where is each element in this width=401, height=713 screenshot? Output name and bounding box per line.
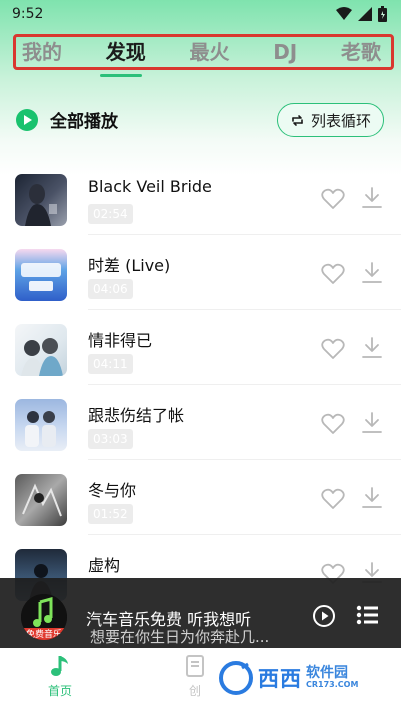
tab-hottest[interactable]: 最火 xyxy=(189,42,229,62)
category-tabs: 我的 发现 最火 DJ 老歌 xyxy=(13,34,394,70)
cover-badge: 免费音乐 xyxy=(26,628,62,640)
song-row[interactable]: 时差 (Live) 04:06 xyxy=(0,235,401,310)
song-title: 情非得已 xyxy=(88,331,153,350)
song-title: 时差 (Live) xyxy=(88,256,171,275)
nav-label-home: 首页 xyxy=(48,684,73,698)
song-row[interactable]: Black Veil Bride 02:54 xyxy=(0,160,401,235)
song-title: 虚构 xyxy=(88,556,121,575)
tab-dj[interactable]: DJ xyxy=(273,42,297,62)
heart-icon[interactable] xyxy=(321,338,345,360)
now-playing-cover: 免费音乐 xyxy=(21,594,67,640)
heart-icon[interactable] xyxy=(321,188,345,210)
playlist-icon[interactable] xyxy=(356,604,378,626)
tab-discover[interactable]: 发现 xyxy=(106,42,146,62)
album-cover xyxy=(15,249,67,301)
signal-icon xyxy=(358,7,372,21)
play-icon[interactable] xyxy=(312,604,336,628)
song-duration: 04:06 xyxy=(88,279,133,299)
heart-icon[interactable] xyxy=(321,263,345,285)
watermark-sub: 软件园 xyxy=(306,664,348,681)
nav-label-create: 创 xyxy=(188,684,201,698)
tab-mine[interactable]: 我的 xyxy=(22,42,62,62)
status-time: 9:52 xyxy=(12,6,44,22)
song-title: 跟悲伤结了帐 xyxy=(88,406,185,425)
song-row[interactable]: 跟悲伤结了帐 03:03 xyxy=(0,385,401,460)
loop-mode-label: 列表循环 xyxy=(310,111,371,130)
album-cover xyxy=(15,174,67,226)
play-all-label: 全部播放 xyxy=(50,112,118,132)
song-duration: 01:52 xyxy=(88,504,133,524)
status-icons xyxy=(336,6,387,22)
album-cover xyxy=(15,399,67,451)
document-icon xyxy=(186,655,204,677)
song-title: 冬与你 xyxy=(88,481,137,500)
music-note-icon xyxy=(51,656,68,676)
download-icon[interactable] xyxy=(361,411,383,435)
watermark-site: CR173.COM xyxy=(306,680,359,690)
download-icon[interactable] xyxy=(361,486,383,510)
download-icon[interactable] xyxy=(361,336,383,360)
status-bar: 9:52 xyxy=(0,0,401,28)
heart-icon[interactable] xyxy=(321,488,345,510)
album-cover xyxy=(15,324,67,376)
watermark: 西西 软件园 CR173.COM xyxy=(218,660,358,696)
now-playing-lyric: 想要在你生日为你奔赴几... xyxy=(90,628,270,646)
nav-item-home[interactable]: 首页 xyxy=(48,654,72,699)
heart-icon[interactable] xyxy=(321,413,345,435)
song-duration: 04:11 xyxy=(88,354,133,374)
tab-oldies[interactable]: 老歌 xyxy=(341,42,381,62)
nav-item-create[interactable]: 创 xyxy=(185,654,205,699)
battery-icon xyxy=(378,6,387,22)
song-row[interactable]: 情非得已 04:11 xyxy=(0,310,401,385)
repeat-icon xyxy=(292,114,303,126)
play-all-button[interactable]: 全部播放 xyxy=(16,107,118,132)
song-duration: 03:03 xyxy=(88,429,133,449)
download-icon[interactable] xyxy=(361,261,383,285)
loop-mode-button[interactable]: 列表循环 xyxy=(277,103,384,137)
watermark-sub-wrap: 软件园 CR173.COM xyxy=(306,664,359,690)
download-icon[interactable] xyxy=(361,186,383,210)
watermark-logo-icon xyxy=(219,661,253,695)
song-list: Black Veil Bride 02:54 时差 (Live) 04:06 情… xyxy=(0,160,401,610)
song-title: Black Veil Bride xyxy=(88,177,212,196)
play-icon xyxy=(16,108,38,131)
active-tab-indicator xyxy=(100,74,142,77)
watermark-text: 西西 xyxy=(258,667,302,691)
album-cover xyxy=(15,474,67,526)
mini-player[interactable]: 免费音乐 汽车音乐免费 听我想听 想要在你生日为你奔赴几... xyxy=(0,578,401,648)
song-row[interactable]: 冬与你 01:52 xyxy=(0,460,401,535)
wifi-icon xyxy=(336,7,352,20)
song-duration: 02:54 xyxy=(88,204,133,224)
